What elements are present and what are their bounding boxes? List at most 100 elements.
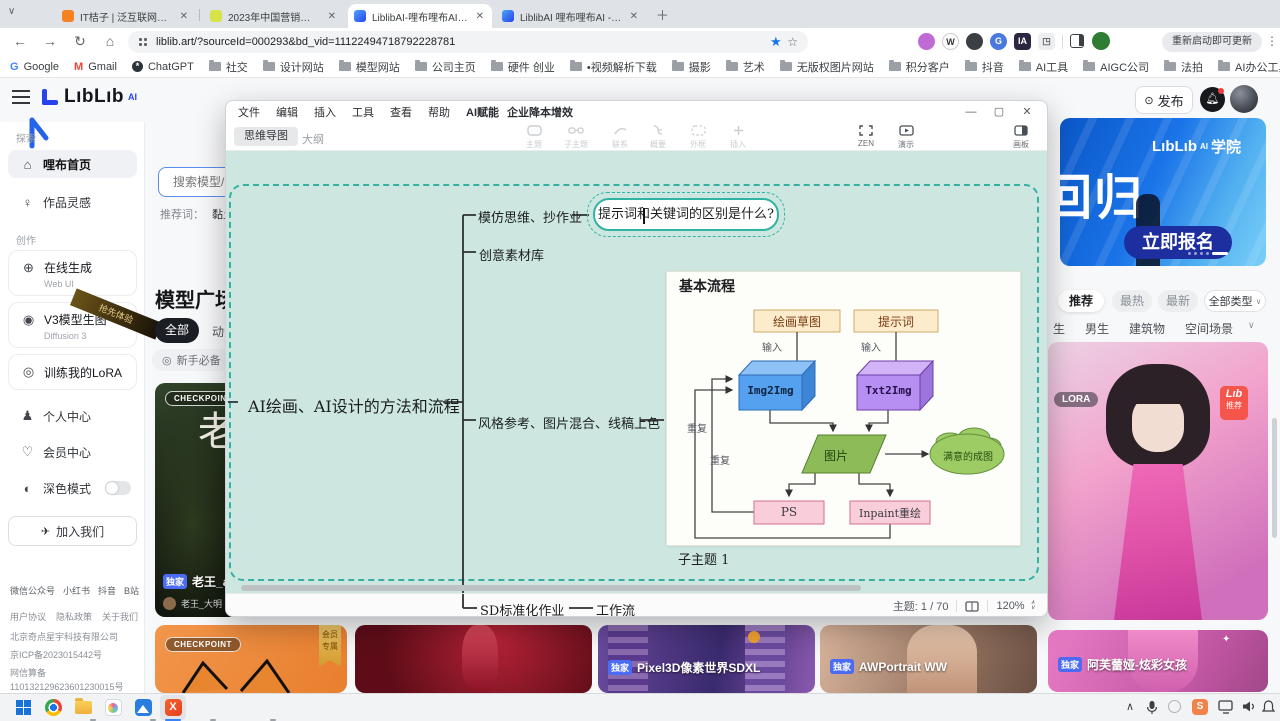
social-douyin[interactable]: 抖音: [98, 584, 116, 597]
bookmark-folder[interactable]: 公司主页: [415, 59, 476, 75]
bookmark-star-blue-icon[interactable]: ★: [770, 34, 782, 50]
bookmark-folder[interactable]: AI工具: [1019, 59, 1068, 75]
link-privacy[interactable]: 隐私政策: [56, 610, 92, 623]
academy-banner[interactable]: LıbLıb AI 学院 回归 立即报名: [1060, 118, 1266, 266]
model-card-awportrait[interactable]: 独家 AWPortrait WW: [820, 625, 1037, 693]
newbie-tag-pill[interactable]: ◎新手必备: [152, 349, 231, 371]
canvas-horizontal-scrollbar[interactable]: [241, 585, 861, 591]
sidebar-item-inspiration[interactable]: ♀作品灵感: [8, 188, 137, 216]
bookmark-folder[interactable]: •视频解析下载: [570, 59, 657, 75]
tab-outline[interactable]: 大纲: [302, 131, 324, 147]
bookmark-folder[interactable]: AI办公工具: [1218, 59, 1280, 75]
tool-zen[interactable]: ZEN: [846, 125, 886, 148]
model-card-afu[interactable]: ✦ 独家 阿芙蕾娅-炫彩女孩: [1048, 630, 1268, 692]
bookmark-gmail[interactable]: MGmail: [74, 61, 117, 73]
legal-links-row[interactable]: 用户协议 隐私政策 关于我们: [10, 610, 138, 623]
site-info-icon[interactable]: [138, 37, 148, 47]
forward-icon[interactable]: →: [38, 28, 62, 54]
map-branch-sd-workflow[interactable]: SD标准化作业: [480, 600, 564, 617]
reload-icon[interactable]: ↻: [68, 28, 92, 54]
map-branch-library[interactable]: 创意素材库: [479, 245, 544, 264]
taskbar-explorer[interactable]: [70, 695, 96, 720]
tool-relationship[interactable]: 联系: [600, 125, 640, 150]
tool-boundary[interactable]: 外框: [678, 125, 718, 150]
menu-enterprise[interactable]: 企业降本增效: [507, 104, 573, 120]
map-overview-icon[interactable]: [965, 601, 979, 612]
model-card-red[interactable]: [355, 625, 592, 693]
page-scrollbar[interactable]: [1272, 418, 1277, 538]
url-text[interactable]: liblib.art/?sourceId=000293&bd_vid=11122…: [156, 36, 779, 48]
taskbar-chrome[interactable]: [40, 695, 66, 720]
menu-help[interactable]: 帮助: [428, 104, 450, 120]
tab-close-icon[interactable]: ✕: [178, 11, 190, 22]
tab-close-icon[interactable]: ✕: [326, 11, 338, 22]
map-node-workflow[interactable]: 工作流: [596, 600, 635, 617]
sidebar-item-member[interactable]: ♡会员中心: [8, 438, 137, 466]
tray-notification-icon[interactable]: [1262, 700, 1275, 714]
profile-avatar[interactable]: [1092, 32, 1110, 50]
bookmark-folder[interactable]: 硬件 创业: [491, 59, 555, 75]
back-icon[interactable]: ←: [8, 28, 32, 54]
hamburger-menu-icon[interactable]: [12, 90, 30, 104]
bookmark-folder[interactable]: 设计网站: [263, 59, 324, 75]
tag-item[interactable]: 生: [1053, 320, 1065, 337]
tab-search-chevron-icon[interactable]: ∨: [8, 6, 15, 17]
user-avatar[interactable]: [1230, 85, 1258, 113]
sidebar-item-home[interactable]: ⌂哩布首页: [8, 150, 137, 178]
bookmark-folder[interactable]: 模型网站: [339, 59, 400, 75]
tags-expand-chevron-icon[interactable]: ∨: [1248, 320, 1255, 331]
map-node-selected[interactable]: 提示词和关键词的区别是什么?: [593, 198, 779, 231]
carousel-dots[interactable]: [1188, 252, 1228, 255]
type-dropdown[interactable]: 全部类型∨: [1204, 290, 1266, 312]
window-minimize-button[interactable]: —: [963, 104, 979, 120]
card-author-row[interactable]: 老王_大明: [163, 597, 222, 610]
sidebar-card-v3[interactable]: ◉V3模型生图 Diffusion 3 抢先体验: [8, 302, 137, 348]
browser-tab-3-active[interactable]: LiblibAI-哩布哩布AI - 中国领先 ✕: [348, 4, 492, 28]
extension-icon-w[interactable]: W: [942, 33, 959, 50]
sort-tab-recommended[interactable]: 推荐: [1058, 290, 1104, 312]
browser-tab-2[interactable]: 2023年中国营销领域AIGC技术 ✕: [204, 4, 344, 28]
bookmark-google[interactable]: GGoogle: [10, 61, 59, 73]
bookmark-star-icon[interactable]: ☆: [787, 35, 798, 49]
window-close-button[interactable]: ✕: [1019, 104, 1035, 120]
taskbar-xmind-active[interactable]: X: [160, 695, 186, 720]
zoom-level[interactable]: 120%: [996, 600, 1024, 612]
map-image-flowchart[interactable]: 基本流程 绘画草图 提示词 输入 输入 Img2Img Txt2Img 图片 满…: [666, 271, 1021, 546]
tool-insert[interactable]: 插入: [718, 125, 758, 150]
browser-tab-4[interactable]: LiblibAI 哩布哩布AI - 中国领先 ✕: [496, 4, 646, 28]
sidebar-card-online-generate[interactable]: ⊕在线生成 Web UI: [8, 250, 137, 296]
menu-ai[interactable]: AI赋能: [466, 104, 499, 120]
publish-button[interactable]: ⊙发布: [1135, 86, 1193, 114]
tag-item[interactable]: 空间场景: [1185, 320, 1233, 337]
tray-display-icon[interactable]: [1218, 700, 1234, 714]
filter-chip-all[interactable]: 全部: [155, 318, 199, 343]
model-card-lora-girl[interactable]: LORA Lıb 推荐: [1048, 342, 1268, 620]
tool-board[interactable]: 画板: [1001, 125, 1041, 150]
tool-present[interactable]: 演示: [886, 125, 926, 150]
tool-topic[interactable]: 主题: [514, 125, 554, 150]
tab-close-icon[interactable]: ✕: [628, 11, 640, 22]
tool-subtopic[interactable]: 子主题: [556, 125, 596, 150]
bookmark-folder[interactable]: AIGC公司: [1083, 59, 1149, 75]
bookmark-folder[interactable]: 无版权图片网站: [780, 59, 874, 75]
map-subtopic-label[interactable]: 子主题 1: [678, 549, 729, 568]
sidebar-card-train-lora[interactable]: ◎训练我的LoRA: [8, 354, 137, 390]
tag-item[interactable]: 建筑物: [1129, 320, 1165, 337]
home-icon[interactable]: ⌂: [98, 28, 122, 54]
extension-icon-1[interactable]: [918, 33, 935, 50]
social-xiaohongshu[interactable]: 小红书: [63, 584, 90, 597]
address-bar[interactable]: liblib.art/?sourceId=000293&bd_vid=11122…: [128, 31, 808, 53]
map-branch-style[interactable]: 风格参考、图片混合、线稿上色: [478, 413, 660, 432]
tray-speaker-icon[interactable]: [1242, 700, 1256, 713]
darkmode-toggle[interactable]: [105, 481, 131, 495]
social-wechat[interactable]: 微信公众号: [10, 584, 55, 597]
tray-sunlogin-icon[interactable]: S: [1192, 699, 1208, 715]
social-bilibili[interactable]: B站: [124, 584, 139, 597]
link-terms[interactable]: 用户协议: [10, 610, 46, 623]
extension-icon-g[interactable]: G: [990, 33, 1007, 50]
map-branch-imitate[interactable]: 模仿思维、抄作业: [478, 207, 582, 226]
tag-item[interactable]: 男生: [1085, 320, 1109, 337]
extension-icon-dark[interactable]: [966, 33, 983, 50]
bookmark-folder[interactable]: 社交: [209, 59, 248, 75]
join-us-button[interactable]: ✈加入我们: [8, 516, 137, 546]
